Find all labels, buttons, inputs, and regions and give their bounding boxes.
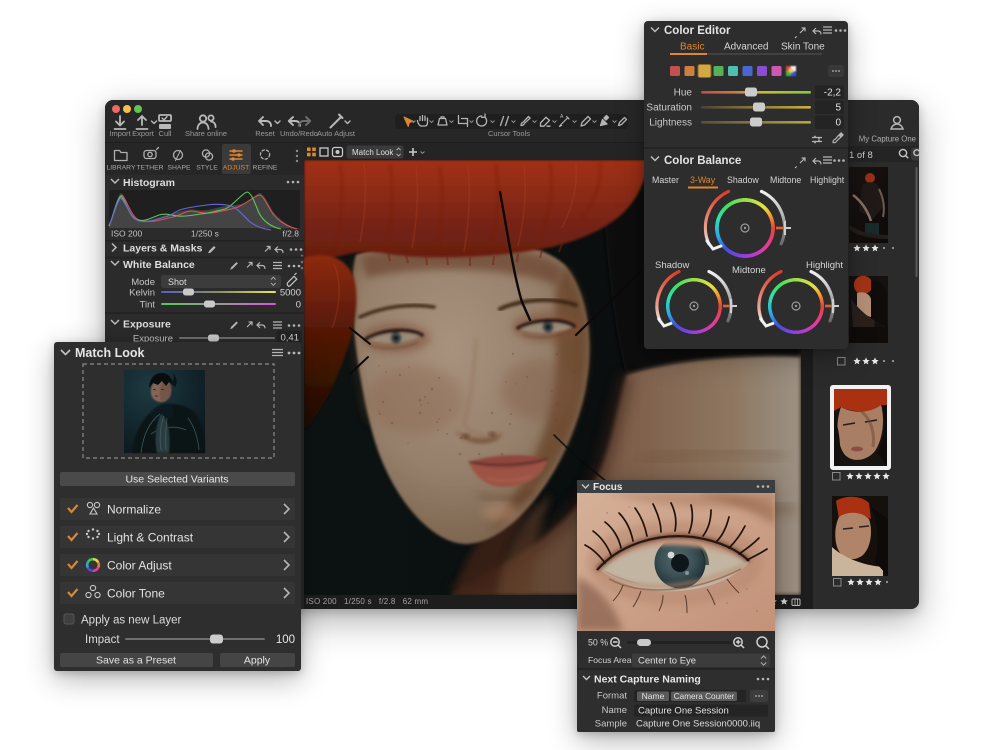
svg-text:Color Tone: Color Tone	[107, 587, 165, 601]
svg-text:Name: Name	[642, 691, 665, 701]
svg-text:LIBRARY: LIBRARY	[107, 165, 136, 172]
svg-text:Next Capture Naming: Next Capture Naming	[594, 674, 701, 686]
svg-text:Cull: Cull	[159, 129, 172, 138]
svg-text:Format: Format	[597, 691, 627, 702]
svg-text:Reset: Reset	[255, 129, 276, 138]
svg-text:REFINE: REFINE	[253, 165, 278, 172]
svg-text:Impact: Impact	[85, 634, 120, 646]
svg-text:Shot: Shot	[168, 277, 187, 287]
svg-text:-2,2: -2,2	[824, 88, 842, 99]
svg-text:Auto Adjust: Auto Adjust	[317, 129, 356, 138]
svg-text:50 %: 50 %	[588, 638, 608, 648]
svg-text:White Balance: White Balance	[123, 259, 195, 271]
svg-text:Match Look: Match Look	[75, 346, 144, 360]
svg-text:Light & Contrast: Light & Contrast	[107, 531, 194, 545]
svg-text:Apply: Apply	[244, 655, 271, 667]
svg-text:Use Selected Variants: Use Selected Variants	[125, 474, 228, 486]
svg-text:Basic: Basic	[680, 42, 704, 53]
svg-text:Match Look: Match Look	[352, 148, 394, 157]
svg-text:Focus: Focus	[593, 482, 623, 493]
svg-text:100: 100	[276, 634, 295, 646]
svg-text:Save as a Preset: Save as a Preset	[96, 655, 176, 667]
svg-text:Name: Name	[602, 705, 627, 716]
svg-text:Camera Counter: Camera Counter	[674, 692, 735, 701]
svg-text:Sample: Sample	[595, 719, 627, 730]
svg-text:Undo/Redo: Undo/Redo	[280, 129, 318, 138]
svg-text:ISO 200: ISO 200	[111, 229, 142, 239]
svg-text:TETHER: TETHER	[136, 165, 163, 172]
svg-text:5: 5	[835, 103, 841, 114]
svg-text:1/250 s: 1/250 s	[191, 229, 219, 239]
svg-text:Saturation: Saturation	[646, 103, 692, 114]
svg-text:STYLE: STYLE	[196, 165, 218, 172]
svg-text:Color Adjust: Color Adjust	[107, 559, 172, 573]
svg-text:Hue: Hue	[674, 88, 693, 99]
svg-text:Center to Eye: Center to Eye	[638, 656, 696, 667]
svg-text:0: 0	[296, 300, 301, 311]
svg-text:1 of 8: 1 of 8	[849, 150, 873, 161]
svg-text:Mode: Mode	[131, 277, 155, 288]
svg-text:Import: Import	[109, 129, 131, 138]
svg-text:Capture One Session: Capture One Session	[638, 706, 729, 717]
svg-text:Kelvin: Kelvin	[129, 288, 155, 299]
svg-text:Color Editor: Color Editor	[664, 25, 731, 37]
svg-text:Focus Area: Focus Area	[588, 655, 632, 665]
svg-text:Layers & Masks: Layers & Masks	[123, 243, 203, 255]
svg-text:Advanced: Advanced	[724, 42, 768, 53]
svg-text:My Capture One: My Capture One	[859, 135, 916, 144]
svg-text:Skin Tone: Skin Tone	[781, 42, 825, 53]
svg-text:Lightness: Lightness	[649, 118, 692, 129]
svg-text:ADJUST: ADJUST	[223, 165, 249, 172]
svg-text:Apply as new Layer: Apply as new Layer	[81, 615, 182, 627]
svg-text:0: 0	[835, 118, 841, 129]
svg-text:Exposure: Exposure	[123, 319, 171, 331]
svg-text:Cursor Tools: Cursor Tools	[488, 129, 530, 138]
svg-text:Capture One Session0000.iiq: Capture One Session0000.iiq	[636, 719, 760, 730]
svg-text:Histogram: Histogram	[123, 177, 175, 189]
svg-text:Share online: Share online	[185, 129, 227, 138]
svg-text:Export: Export	[132, 129, 155, 138]
svg-text:Tint: Tint	[140, 300, 156, 311]
svg-text:SHAPE: SHAPE	[167, 165, 191, 172]
svg-text:Normalize: Normalize	[107, 503, 161, 517]
svg-text:f/2.8: f/2.8	[282, 229, 299, 239]
svg-text:5000: 5000	[280, 288, 301, 299]
